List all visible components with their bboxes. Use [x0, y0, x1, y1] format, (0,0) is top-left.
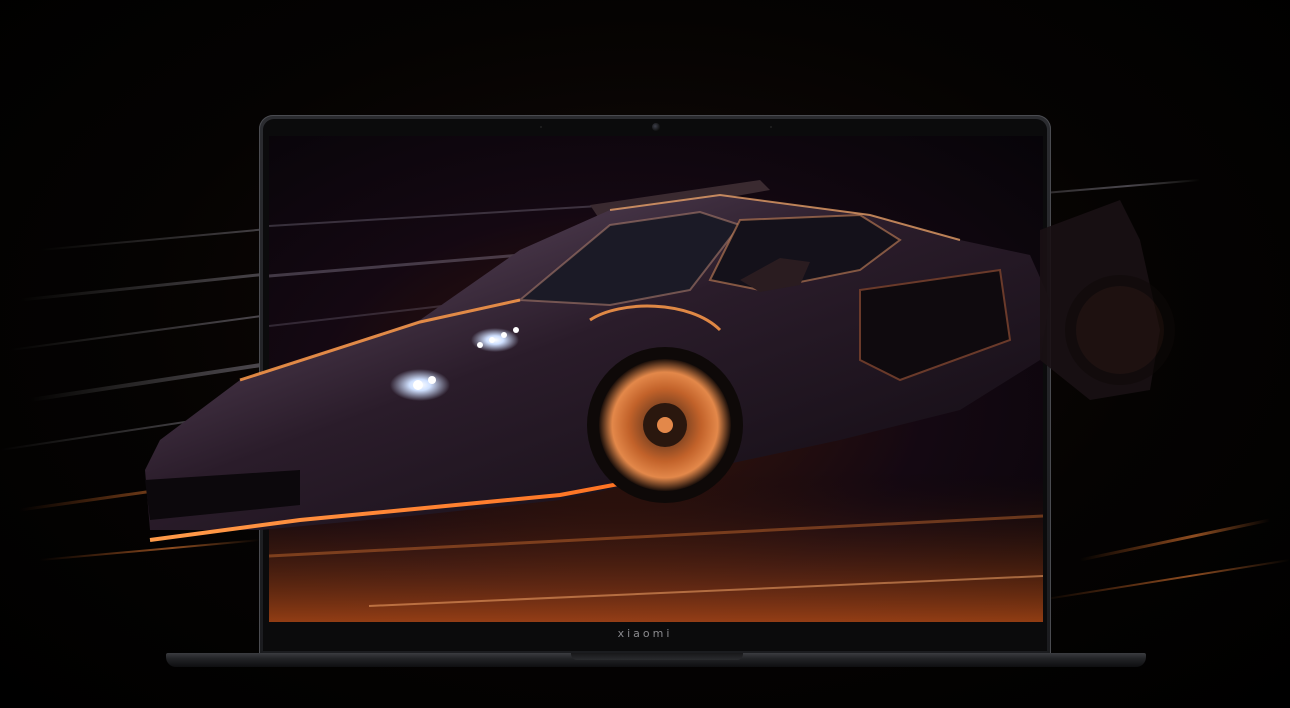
- product-hero: xiaomi: [0, 0, 1290, 708]
- rear-wheel: [1065, 275, 1175, 385]
- sports-car-illustration: [145, 180, 1175, 542]
- brand-logo: xiaomi: [617, 627, 673, 640]
- lid-opening-notch: [571, 653, 743, 660]
- front-wheel: [587, 347, 743, 503]
